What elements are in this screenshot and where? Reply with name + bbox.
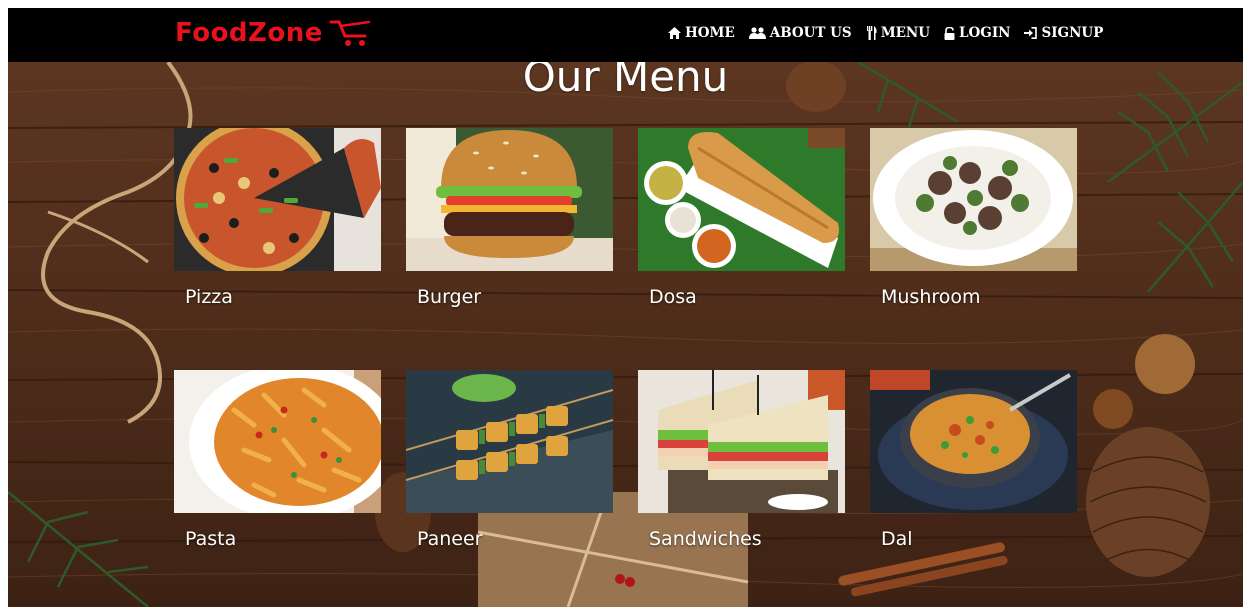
- nav-login-label: LOGIN: [959, 25, 1011, 41]
- menu-card-dosa[interactable]: Dosa: [638, 128, 845, 308]
- users-icon: [748, 27, 766, 39]
- nav-about[interactable]: ABOUT US: [748, 25, 852, 41]
- nav-about-label: ABOUT US: [769, 25, 852, 41]
- nav-signup[interactable]: SIGNUP: [1024, 25, 1103, 41]
- nav-home[interactable]: HOME: [668, 25, 735, 41]
- menu-label-dosa: Dosa: [649, 286, 697, 308]
- menu-card-dal[interactable]: Dal: [870, 370, 1077, 550]
- pizza-image[interactable]: [174, 128, 381, 271]
- menu-card-pasta[interactable]: Pasta: [174, 370, 381, 550]
- nav-home-label: HOME: [685, 25, 735, 41]
- menu-card-burger[interactable]: Burger: [406, 128, 613, 308]
- menu-label-pasta: Pasta: [185, 528, 237, 550]
- menu-card-mushroom[interactable]: Mushroom: [870, 128, 1077, 308]
- nav-menu-label: MENU: [880, 25, 931, 41]
- dal-image[interactable]: [870, 370, 1077, 513]
- nav-menu[interactable]: MENU: [866, 25, 930, 41]
- paneer-image[interactable]: [406, 370, 613, 513]
- nav-links: HOME ABOUT US MENU LOGIN SIGNUP: [668, 25, 1103, 41]
- nav-signup-label: SIGNUP: [1041, 25, 1104, 41]
- menu-card-pizza[interactable]: Pizza: [174, 128, 381, 308]
- brand-name: FoodZone: [175, 18, 323, 48]
- menu-label-sandwiches: Sandwiches: [649, 528, 762, 550]
- menu-card-sandwiches[interactable]: Sandwiches: [638, 370, 845, 550]
- pasta-image[interactable]: [174, 370, 381, 513]
- menu-label-burger: Burger: [417, 286, 482, 308]
- cart-icon: [329, 20, 371, 46]
- dosa-image[interactable]: [638, 128, 845, 271]
- brand-logo[interactable]: FoodZone: [175, 18, 373, 48]
- home-icon: [668, 27, 681, 39]
- menu-label-dal: Dal: [881, 528, 913, 550]
- menu-card-paneer[interactable]: Paneer: [406, 370, 613, 550]
- sign-in-icon: [1024, 27, 1038, 39]
- nav-login[interactable]: LOGIN: [944, 25, 1010, 41]
- mushroom-image[interactable]: [870, 128, 1077, 271]
- menu-label-paneer: Paneer: [417, 528, 483, 550]
- burger-image[interactable]: [406, 128, 613, 271]
- navbar: FoodZone HOME ABOUT US MENU LOGIN SIGNUP: [8, 8, 1243, 62]
- menu-label-pizza: Pizza: [185, 286, 233, 308]
- cutlery-icon: [866, 26, 877, 40]
- page-frame: FoodZone HOME ABOUT US MENU LOGIN SIGNUP…: [8, 8, 1243, 607]
- unlock-icon: [944, 26, 955, 40]
- menu-label-mushroom: Mushroom: [881, 286, 981, 308]
- sandwiches-image[interactable]: [638, 370, 845, 513]
